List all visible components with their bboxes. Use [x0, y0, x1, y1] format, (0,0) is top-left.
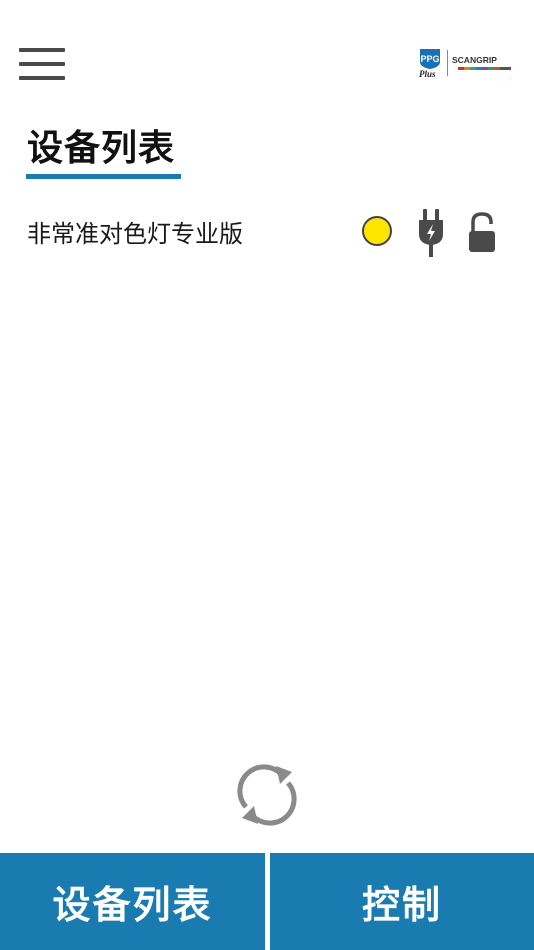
app-screen: PPG Plus SCANGRIP 设备列表 非常准对色灯专业版 设备列表 控制 [0, 0, 534, 950]
plug-icon [419, 209, 443, 257]
refresh-icon[interactable] [234, 762, 300, 828]
logo-plus-text: Plus [419, 69, 436, 79]
tab-control[interactable]: 控制 [270, 853, 534, 950]
device-name: 非常准对色灯专业版 [27, 220, 243, 248]
logo-scangrip-text: SCANGRIP [452, 55, 497, 65]
title-underline [26, 174, 181, 179]
status-dot-icon [362, 216, 392, 246]
device-list-item[interactable]: 非常准对色灯专业版 [0, 205, 534, 263]
bottom-nav: 设备列表 控制 [0, 853, 534, 950]
tab-device-list[interactable]: 设备列表 [0, 853, 265, 950]
menu-bar-top [19, 48, 65, 52]
brand-logo: PPG Plus SCANGRIP [419, 49, 511, 79]
hamburger-menu-icon[interactable] [19, 48, 65, 82]
page-title: 设备列表 [27, 128, 176, 169]
menu-bar-middle [19, 62, 65, 66]
logo-ppg-text: PPG [420, 54, 439, 64]
menu-bar-bottom [19, 76, 65, 80]
unlocked-lock-icon[interactable] [466, 212, 498, 254]
